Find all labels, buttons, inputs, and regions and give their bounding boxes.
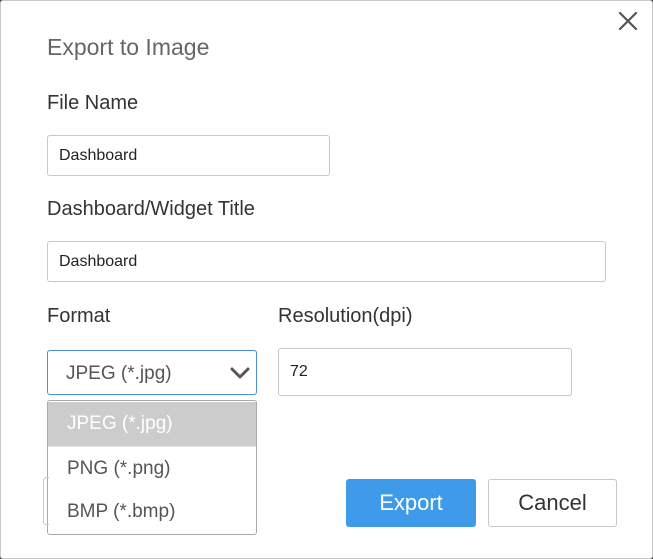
format-option-bmp[interactable]: BMP (*.bmp) bbox=[48, 490, 256, 534]
export-image-dialog: Export to Image File Name Dashboard/Widg… bbox=[0, 0, 653, 559]
file-name-label: File Name bbox=[47, 92, 139, 114]
close-button[interactable] bbox=[614, 7, 642, 35]
dialog-title: Export to Image bbox=[47, 34, 210, 60]
obscured-button-edge bbox=[43, 477, 49, 525]
widget-title-label: Dashboard/Widget Title bbox=[47, 198, 255, 220]
file-name-input[interactable] bbox=[47, 135, 330, 176]
resolution-label: Resolution(dpi) bbox=[278, 305, 413, 327]
format-dropdown-list: JPEG (*.jpg) PNG (*.png) BMP (*.bmp) bbox=[47, 400, 257, 535]
format-option-jpeg[interactable]: JPEG (*.jpg) bbox=[48, 402, 256, 446]
close-icon bbox=[618, 11, 638, 31]
format-selected-value: JPEG (*.jpg) bbox=[66, 363, 172, 384]
widget-title-input[interactable] bbox=[47, 241, 606, 282]
format-option-png[interactable]: PNG (*.png) bbox=[48, 446, 256, 490]
format-select[interactable]: JPEG (*.jpg) bbox=[47, 350, 257, 395]
resolution-input[interactable] bbox=[278, 348, 572, 396]
chevron-down-icon bbox=[230, 367, 250, 379]
export-button[interactable]: Export bbox=[346, 479, 476, 527]
cancel-button[interactable]: Cancel bbox=[488, 479, 617, 527]
format-label: Format bbox=[47, 305, 111, 327]
